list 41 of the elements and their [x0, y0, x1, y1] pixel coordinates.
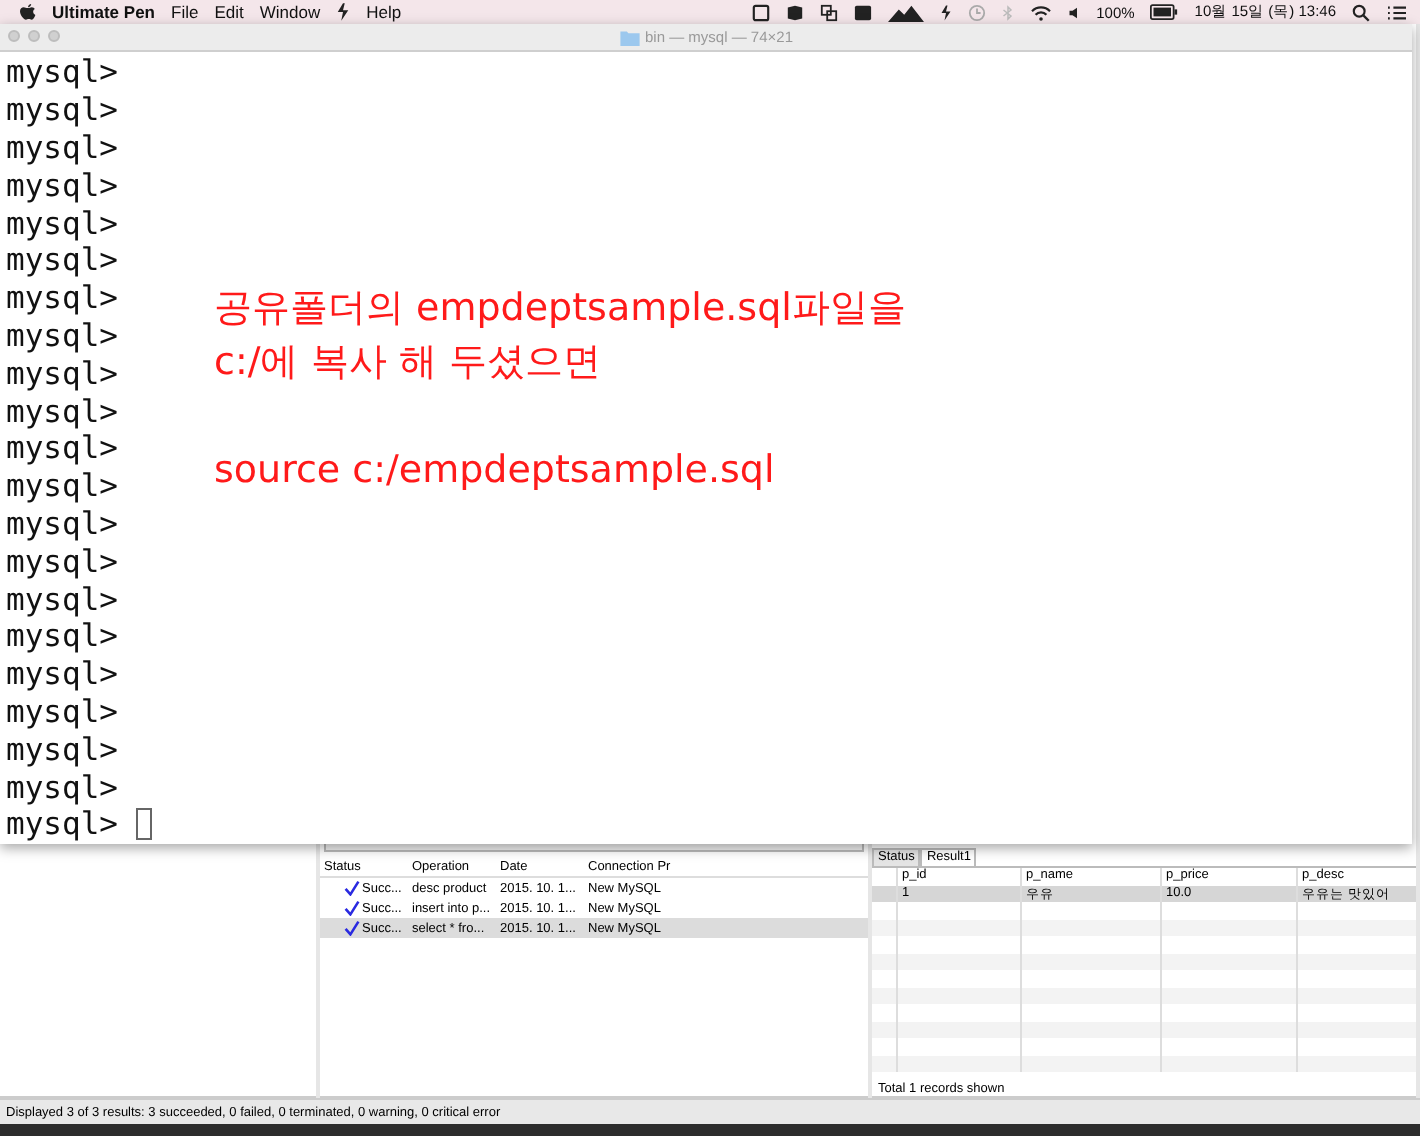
prompt-text: mysql>: [6, 205, 118, 242]
prompt-text: mysql>: [6, 731, 118, 768]
text-cursor: [136, 808, 152, 841]
prompt-text: mysql>: [6, 468, 118, 505]
annotation-text: source c:/empdeptsample.sql: [214, 446, 777, 496]
prompt-text: mysql>: [6, 693, 118, 730]
menu-item[interactable]: Window: [259, 2, 321, 22]
folder-icon: [619, 29, 639, 45]
app-name[interactable]: Ultimate Pen: [52, 2, 155, 22]
script-icon[interactable]: [336, 2, 351, 22]
speaker-icon[interactable]: [1068, 3, 1081, 21]
prompt-text: mysql>: [6, 581, 118, 618]
prompt-text: mysql>: [6, 355, 118, 392]
prompt-text: mysql>: [6, 769, 118, 806]
annotation-text: c:/에 복사 해 두셨으면: [214, 338, 603, 388]
battery-icon[interactable]: [1150, 4, 1179, 20]
prompt-text: mysql>: [6, 92, 118, 129]
prompt-text: mysql>: [6, 393, 118, 430]
prompt-text: mysql>: [6, 543, 118, 580]
menu-item[interactable]: Edit: [214, 2, 244, 22]
annotation-text: 공유폴더의 empdeptsample.sql파일을: [214, 284, 906, 334]
search-icon[interactable]: [1352, 3, 1370, 21]
prompt-text: mysql>: [6, 129, 118, 166]
prompt-text: mysql>: [6, 280, 118, 317]
wifi-icon[interactable]: [1030, 3, 1053, 21]
bolt-icon[interactable]: [940, 3, 953, 21]
prompt-text: mysql>: [6, 806, 118, 843]
prompt-text: mysql>: [6, 242, 118, 279]
prompt-text: mysql>: [6, 167, 118, 204]
list-icon[interactable]: [1386, 3, 1408, 21]
prompt-text: mysql>: [6, 317, 118, 354]
apple-icon[interactable]: [20, 2, 36, 22]
prompt-text: mysql>: [6, 54, 118, 91]
prompt-text: mysql>: [6, 656, 118, 693]
prompt-text: mysql>: [6, 430, 118, 467]
menu-item[interactable]: Help: [366, 2, 402, 22]
square-icon[interactable]: [752, 3, 771, 21]
prompt-text: mysql>: [6, 618, 118, 655]
windows-icon[interactable]: [820, 3, 839, 21]
menu-item[interactable]: File: [171, 2, 199, 22]
prompt-text: mysql>: [6, 505, 118, 542]
